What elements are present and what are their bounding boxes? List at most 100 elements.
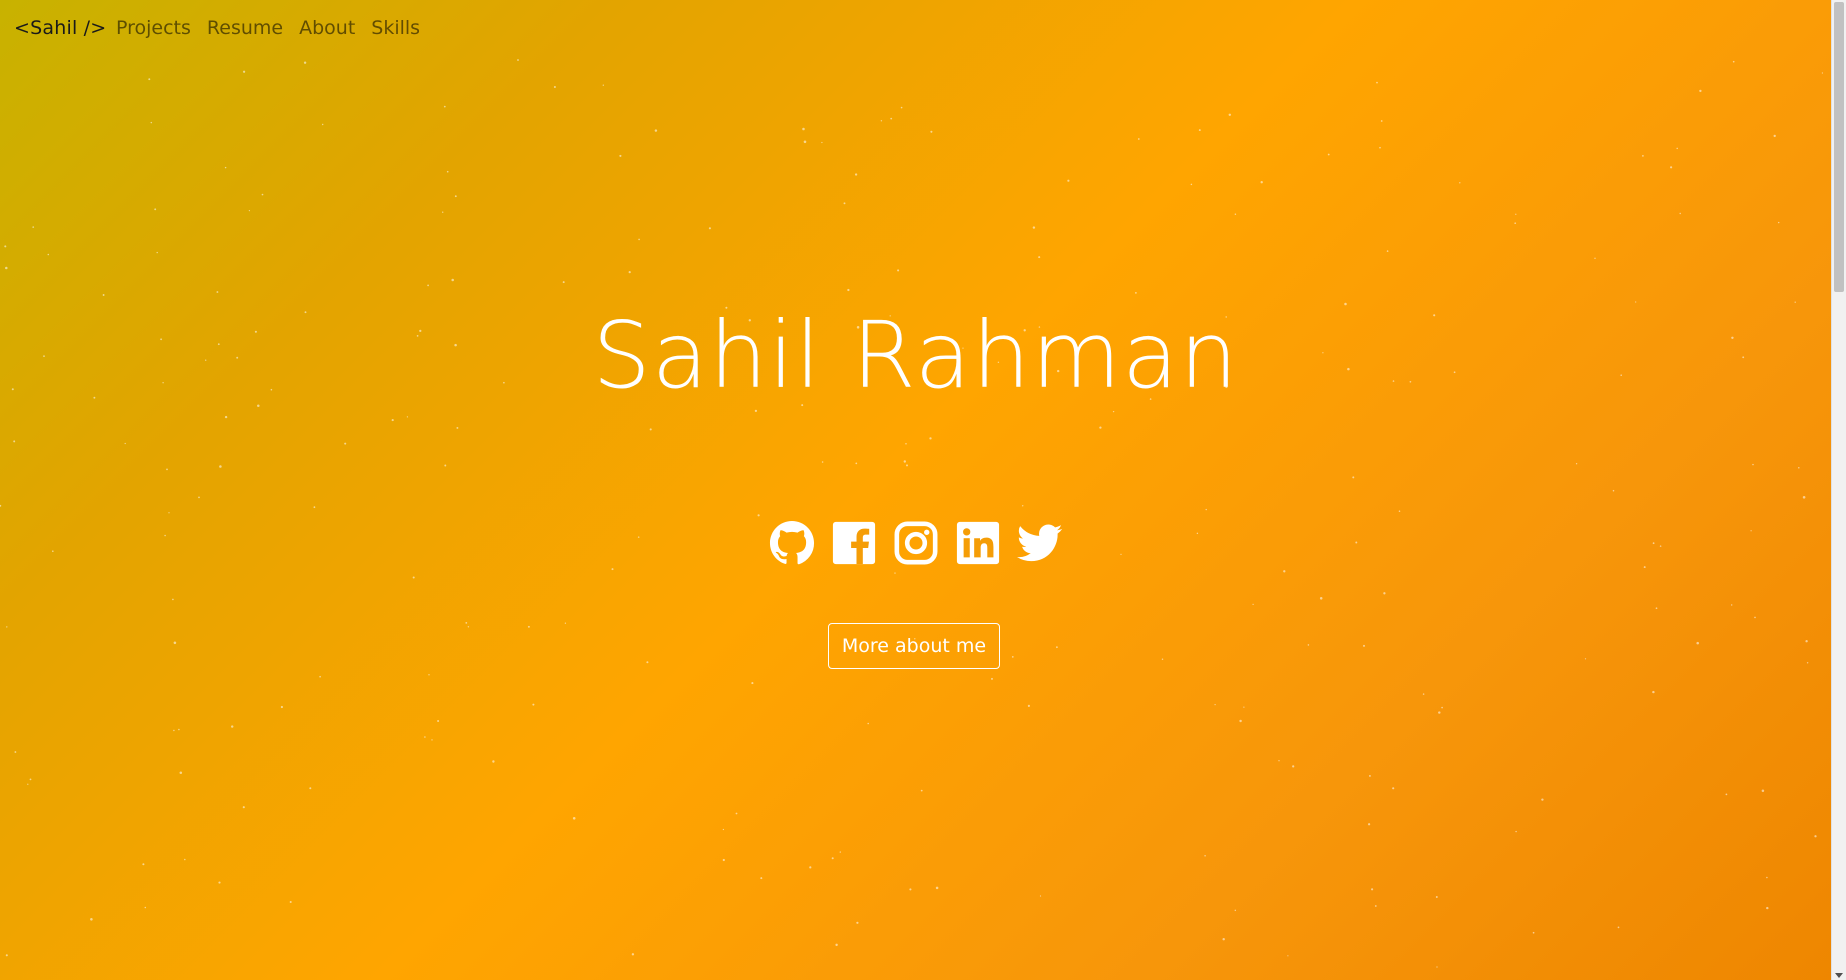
particle-dot <box>1612 489 1615 492</box>
particle-dot <box>1814 835 1817 838</box>
particle-dot <box>1806 662 1809 664</box>
nav-link-resume[interactable]: Resume <box>207 17 283 39</box>
nav-link-skills[interactable]: Skills <box>371 17 420 39</box>
linkedin-link[interactable] <box>955 520 1001 566</box>
particle-dot <box>1021 505 1024 507</box>
particle-dot <box>5 954 8 957</box>
particle-dot <box>178 728 180 731</box>
particle-dot <box>1594 257 1596 259</box>
particle-dot <box>900 106 903 109</box>
particle-dot <box>443 105 446 108</box>
particle-dot <box>991 677 993 680</box>
scrollbar-thumb[interactable] <box>1834 2 1844 292</box>
particle-dot <box>1214 703 1216 706</box>
particle-dot <box>803 140 807 144</box>
particle-dot <box>5 266 8 270</box>
particle-dot <box>168 512 170 514</box>
particle-dot <box>1778 221 1780 224</box>
particle-dot <box>451 278 454 282</box>
particle-dot <box>102 294 105 296</box>
particle-dot <box>631 953 635 956</box>
particle-dot <box>1056 646 1058 649</box>
particle-dot <box>1137 138 1140 140</box>
particle-dot <box>303 61 307 64</box>
particle-dot <box>649 428 652 431</box>
particle-dot <box>154 208 157 211</box>
linkedin-icon <box>956 521 999 565</box>
particle-dot <box>144 906 147 909</box>
nav-link-projects[interactable]: Projects <box>116 17 191 39</box>
particle-dot <box>1352 476 1355 479</box>
particle-dot <box>1761 789 1765 793</box>
particle-dot <box>930 130 933 133</box>
particle-dot <box>231 725 234 728</box>
particle-dot <box>1319 597 1323 600</box>
particle-dot <box>166 468 168 471</box>
particle-dot <box>1376 81 1378 84</box>
particle-dot <box>802 127 805 131</box>
scroll-down-arrow-icon[interactable] <box>1835 973 1843 978</box>
particle-dot <box>257 404 260 407</box>
particle-dot <box>1307 644 1310 646</box>
particle-dot <box>1575 463 1578 465</box>
particle-dot <box>831 857 834 860</box>
particle-dot <box>867 722 869 725</box>
particle-dot <box>1754 616 1756 619</box>
particle-dot <box>1292 765 1295 768</box>
particle-dot <box>619 154 622 157</box>
particle-dot <box>412 576 415 579</box>
particle-dot <box>1386 250 1389 252</box>
particle-dot <box>646 661 649 664</box>
particle-dot <box>173 641 177 645</box>
particle-dot <box>1699 89 1702 93</box>
particle-dot <box>156 251 158 254</box>
particle-dot <box>224 166 227 169</box>
particle-dot <box>431 739 433 741</box>
particle-dot <box>90 918 93 921</box>
particle-dot <box>456 426 459 429</box>
facebook-link[interactable] <box>831 520 877 566</box>
vertical-scrollbar[interactable] <box>1831 0 1846 980</box>
particle-dot <box>1190 183 1193 186</box>
particle-dot <box>1011 656 1014 658</box>
particle-dot <box>1198 129 1201 132</box>
particle-dot <box>444 464 447 467</box>
particle-dot <box>391 419 394 422</box>
more-about-me-button[interactable]: More about me <box>828 623 1000 669</box>
instagram-link[interactable] <box>893 520 939 566</box>
particle-dot <box>32 226 35 228</box>
twitter-link[interactable] <box>1016 520 1063 566</box>
particle-dot <box>1794 301 1796 303</box>
particle-dot <box>1459 182 1461 184</box>
particle-dot <box>1260 181 1263 184</box>
particle-dot <box>1798 467 1800 469</box>
nav-link-about[interactable]: About <box>299 17 355 39</box>
particle-dot <box>1374 905 1377 907</box>
particle-dot <box>1398 510 1401 512</box>
particle-dot <box>1134 291 1137 294</box>
particle-dot <box>760 877 763 880</box>
particle-dot <box>1367 823 1371 826</box>
particle-dot <box>1643 566 1646 569</box>
particle-dot <box>1821 72 1824 74</box>
particle-dot <box>897 269 900 272</box>
brand-logo[interactable]: <Sahil /> <box>14 17 106 39</box>
particle-dot <box>751 682 754 685</box>
particle-dot <box>553 85 556 89</box>
particle-dot <box>1725 793 1728 796</box>
particle-dot <box>1383 592 1386 595</box>
particle-dot <box>1514 222 1517 225</box>
particle-dot <box>1327 153 1330 156</box>
particle-dot <box>1732 60 1735 63</box>
particle-dot <box>406 416 409 418</box>
particle-dot <box>27 783 29 785</box>
github-link[interactable] <box>769 520 815 566</box>
particle-dot <box>1436 966 1438 968</box>
particle-dot <box>611 568 614 571</box>
facebook-icon <box>832 521 875 565</box>
particle-dot <box>1670 166 1673 169</box>
particle-dot <box>1283 570 1286 573</box>
particle-dot <box>289 900 292 904</box>
particle-dot <box>1679 212 1681 215</box>
particle-dot <box>527 625 530 628</box>
